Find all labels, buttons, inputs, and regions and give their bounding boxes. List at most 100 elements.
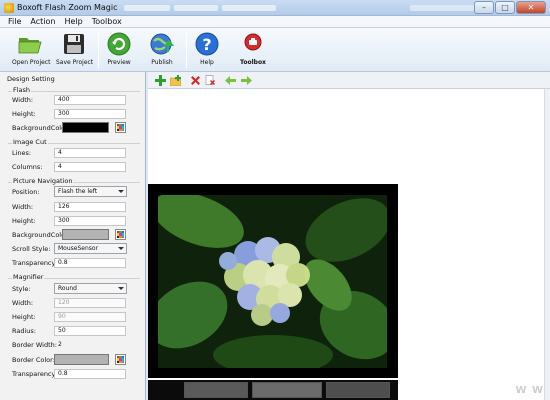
title-blur: [124, 5, 170, 11]
save-project-button[interactable]: Save Project: [56, 31, 94, 66]
add-folder-icon[interactable]: [170, 75, 181, 86]
chevron-down-icon: [118, 287, 124, 290]
refresh-preview-icon: [106, 31, 132, 57]
nav-bgcolor-swatch[interactable]: [62, 229, 109, 240]
close-button[interactable]: ✕: [516, 1, 546, 14]
scroll-style-label: Scroll Style:: [12, 245, 51, 253]
color-picker-icon[interactable]: [115, 354, 126, 365]
toolbox-label: Toolbox: [240, 59, 266, 66]
radius-label: Radius:: [12, 327, 36, 335]
toolbox-icon: [240, 31, 266, 57]
magnifier-width-label: Width:: [12, 299, 34, 307]
delete-icon[interactable]: [190, 75, 201, 86]
main-toolbar: Open Project Save Project Preview Publis…: [0, 28, 550, 72]
svg-text:?: ?: [202, 35, 211, 54]
magnifier-height-label: Height:: [12, 313, 36, 321]
nav-thumbnail[interactable]: [326, 382, 390, 398]
border-color-swatch[interactable]: [54, 354, 109, 365]
lines-label: Lines:: [12, 149, 32, 157]
window-title: Boxoft Flash Zoom Magic: [17, 3, 118, 12]
image-cut-group-label: Image Cut: [12, 138, 48, 146]
open-project-label: Open Project: [12, 59, 51, 66]
columns-label: Columns:: [12, 163, 43, 171]
flash-bgcolor-swatch[interactable]: [62, 122, 109, 133]
menu-help[interactable]: Help: [60, 16, 87, 27]
magnifier-group-label: Magnifier: [12, 273, 45, 281]
design-settings-panel: Design Setting Flash Width: 400 Height: …: [0, 72, 146, 400]
image-list-area[interactable]: [148, 89, 550, 183]
help-label: Help: [200, 59, 214, 66]
help-button[interactable]: ? Help: [192, 31, 222, 66]
flash-height-label: Height:: [12, 110, 36, 118]
arrow-left-icon[interactable]: [225, 75, 236, 86]
nav-thumbnail[interactable]: [184, 382, 248, 398]
toolbar-separator: [186, 32, 187, 68]
flash-width-label: Width:: [12, 96, 34, 104]
help-icon: ?: [194, 31, 220, 57]
magnifier-transparency-label: Transparency:: [12, 370, 58, 378]
magnifier-style-select[interactable]: Round: [54, 283, 127, 294]
nav-thumbnail[interactable]: [252, 382, 322, 398]
open-project-button[interactable]: Open Project: [12, 31, 51, 66]
add-image-icon[interactable]: [155, 75, 166, 86]
scroll-style-value: MouseSensor: [58, 245, 99, 252]
magnifier-transparency-input[interactable]: 0.8: [54, 369, 126, 379]
save-project-label: Save Project: [56, 59, 94, 66]
preview-button[interactable]: Preview: [103, 31, 135, 66]
color-picker-icon[interactable]: [115, 229, 126, 240]
columns-input[interactable]: 4: [54, 162, 126, 172]
hydrangea-image: [158, 195, 387, 368]
magnifier-height-input[interactable]: 90: [54, 312, 126, 322]
nav-height-label: Height:: [12, 217, 36, 225]
border-width-label: Border Width:: [12, 341, 57, 349]
nav-position-value: Flash the left: [58, 188, 98, 195]
nav-transparency-label: Transparency:: [12, 259, 58, 267]
flash-group-label: Flash: [12, 86, 32, 94]
nav-width-label: Width:: [12, 203, 34, 211]
nav-width-input[interactable]: 126: [54, 202, 126, 212]
chevron-down-icon: [118, 247, 124, 250]
flash-height-input[interactable]: 300: [54, 109, 126, 119]
toolbar-separator: [98, 32, 99, 68]
delete-all-icon[interactable]: [205, 75, 216, 86]
nav-transparency-input[interactable]: 0.8: [54, 258, 126, 268]
preview-photo: [158, 195, 387, 368]
menu-toolbox[interactable]: Toolbox: [88, 16, 127, 27]
magnifier-style-label: Style:: [12, 285, 31, 293]
radius-input[interactable]: 50: [54, 326, 126, 336]
vertical-scrollbar[interactable]: [544, 89, 550, 400]
folder-open-icon: [17, 31, 43, 57]
lines-input[interactable]: 4: [54, 148, 126, 158]
nav-position-label: Position:: [12, 188, 40, 196]
nav-height-input[interactable]: 300: [54, 216, 126, 226]
flash-width-input[interactable]: 400: [54, 95, 126, 105]
design-setting-title: Design Setting: [6, 75, 56, 83]
picture-navigation-strip[interactable]: [148, 380, 398, 400]
toolbox-button[interactable]: Toolbox: [236, 31, 270, 66]
menu-file[interactable]: File: [4, 16, 26, 27]
image-list-toolbar: [148, 72, 550, 89]
app-icon: [4, 3, 14, 13]
menu-action[interactable]: Action: [26, 16, 60, 27]
magnifier-style-value: Round: [58, 285, 77, 292]
color-picker-icon[interactable]: [115, 122, 126, 133]
chevron-down-icon: [118, 190, 124, 193]
title-blur: [174, 5, 218, 11]
publish-label: Publish: [151, 59, 173, 66]
publish-button[interactable]: Publish: [146, 31, 178, 66]
preview-label: Preview: [107, 59, 131, 66]
border-color-label: Border Color:: [12, 356, 55, 364]
scroll-style-select[interactable]: MouseSensor: [54, 243, 127, 254]
nav-position-select[interactable]: Flash the left: [54, 186, 127, 197]
maximize-button[interactable]: □: [495, 1, 515, 14]
minimize-button[interactable]: –: [474, 1, 494, 14]
globe-publish-icon: [149, 31, 175, 57]
title-blur: [222, 5, 276, 11]
arrow-right-icon[interactable]: [241, 75, 252, 86]
watermark: W W: [515, 385, 544, 396]
border-width-input[interactable]: 2: [54, 340, 126, 350]
menu-bar: File Action Help Toolbox: [0, 16, 550, 28]
magnifier-width-input[interactable]: 120: [54, 298, 126, 308]
picture-navigation-group-label: Picture Navigation: [12, 177, 74, 185]
floppy-disk-icon: [61, 31, 87, 57]
